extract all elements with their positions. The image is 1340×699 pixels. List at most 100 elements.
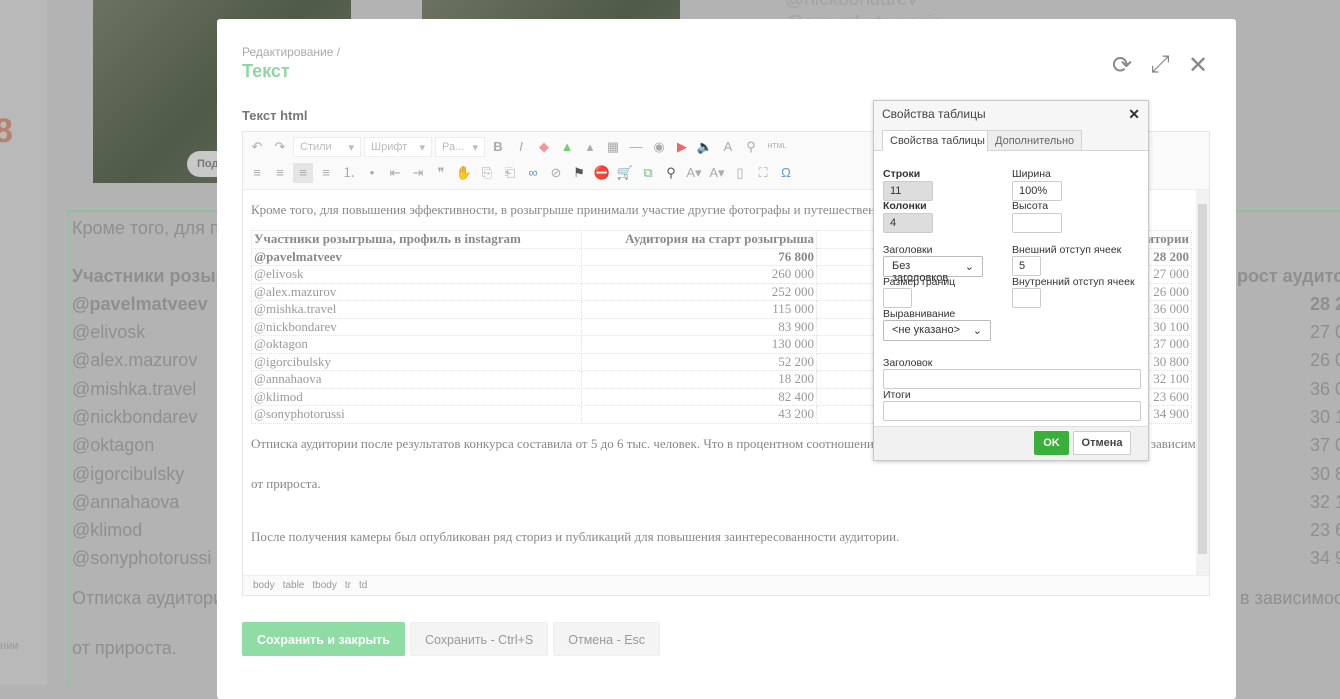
table-cell[interactable]: @annahaova <box>251 370 582 389</box>
alignment-select[interactable]: <не указано> ⌄ <box>883 320 991 341</box>
indent-icon[interactable]: ⇥ <box>408 163 428 183</box>
save-button[interactable]: Сохранить - Ctrl+S <box>409 622 549 656</box>
path-item[interactable]: body <box>253 580 275 591</box>
spellcheck-icon[interactable]: A <box>718 137 738 157</box>
bulleted-list-icon[interactable]: • <box>362 163 382 183</box>
columns-field[interactable]: 4 <box>883 213 933 233</box>
table-cell[interactable]: 82 400 <box>581 387 817 406</box>
cart-icon[interactable]: 🛒 <box>615 163 635 183</box>
align-right-icon[interactable]: ≡ <box>293 163 313 183</box>
blockquote-icon[interactable]: ❞ <box>431 163 451 183</box>
table-cell[interactable]: 130 000 <box>581 335 817 354</box>
fullscreen-icon[interactable]: ⤢ <box>1148 51 1172 80</box>
background-text: 34 900 <box>1310 548 1340 568</box>
path-item[interactable]: tbody <box>312 580 336 591</box>
summary-field[interactable] <box>883 401 1141 421</box>
table-cell[interactable]: Аудитория на старт розыгрыша <box>581 230 817 249</box>
hand-icon[interactable]: ✋ <box>454 163 474 183</box>
border-size-field[interactable] <box>883 288 912 308</box>
show-blocks-icon[interactable]: ▯ <box>730 163 750 183</box>
bold-icon[interactable]: B <box>488 137 508 157</box>
table-cell[interactable]: @nickbondarev <box>251 317 582 336</box>
map-pin-icon[interactable]: ⚲ <box>661 163 681 183</box>
table-icon[interactable]: ▦ <box>603 137 623 157</box>
table-cell[interactable]: 76 800 <box>581 247 817 266</box>
table-cell[interactable]: 43 200 <box>581 405 817 424</box>
background-text: в зависимост <box>1240 588 1340 608</box>
special-char-icon[interactable]: Ω <box>776 163 796 183</box>
table-cell[interactable]: @klimod <box>251 387 582 406</box>
numbered-list-icon[interactable]: ⒈ <box>339 163 359 183</box>
html-source-button[interactable]: HTML <box>764 137 790 157</box>
outdent-icon[interactable]: ⇤ <box>385 163 405 183</box>
play-icon[interactable]: ◉ <box>649 137 669 157</box>
copy-icon[interactable]: ⧉ <box>638 163 658 183</box>
audio-icon[interactable]: 🔈 <box>695 137 715 157</box>
save-close-button[interactable]: Сохранить и закрыть <box>242 622 405 656</box>
width-field[interactable]: 100% <box>1012 181 1062 201</box>
close-icon[interactable]: ✕ <box>1128 106 1140 123</box>
background-text: @oktagon <box>72 435 155 455</box>
table-cell[interactable]: Участники розыгрыша, профиль в instagram <box>251 230 582 249</box>
styles-dropdown[interactable]: Стили ▾ <box>293 137 361 157</box>
paste-icon[interactable]: ⎘ <box>477 163 497 183</box>
background-color-icon[interactable]: A▾ <box>707 163 727 183</box>
size-dropdown[interactable]: Ра... ▾ <box>435 137 485 157</box>
path-item[interactable]: td <box>359 580 367 591</box>
horizontal-line-icon[interactable]: — <box>626 137 646 157</box>
text-color-icon[interactable]: A▾ <box>684 163 704 183</box>
table-cell[interactable]: 260 000 <box>581 265 817 284</box>
dialog-cancel-button[interactable]: Отмена <box>1073 431 1131 455</box>
paste-text-icon[interactable]: ⎗ <box>500 163 520 183</box>
close-icon[interactable]: ✕ <box>1186 51 1210 80</box>
background-number: 8 <box>0 112 13 150</box>
image-icon[interactable]: ▲ <box>557 137 577 157</box>
headers-select[interactable]: Без заголовков ⌄ <box>883 256 983 284</box>
cancel-button[interactable]: Отмена - Esc <box>553 622 661 656</box>
flag-icon[interactable]: ⚑ <box>569 163 589 183</box>
align-center-icon[interactable]: ≡ <box>270 163 290 183</box>
table-cell[interactable]: 115 000 <box>581 300 817 319</box>
tab-advanced[interactable]: Дополнительно <box>987 130 1083 151</box>
align-left-icon[interactable]: ≡ <box>247 163 267 183</box>
rows-field[interactable]: 11 <box>883 181 933 201</box>
table-cell[interactable]: 52 200 <box>581 352 817 371</box>
path-item[interactable]: tr <box>345 580 351 591</box>
table-cell[interactable]: @pavelmatveev <box>251 247 582 266</box>
cell-spacing-field[interactable]: 5 <box>1012 256 1041 276</box>
maximize-icon[interactable]: ⛶ <box>753 163 773 183</box>
unlink-icon[interactable]: ⊘ <box>546 163 566 183</box>
caption-field[interactable] <box>883 369 1141 389</box>
path-item[interactable]: table <box>283 580 305 591</box>
dialog-title[interactable]: Свойства таблицы <box>874 101 1148 127</box>
undo-icon[interactable]: ↶ <box>247 137 267 157</box>
cell-padding-field[interactable] <box>1012 288 1041 308</box>
align-justify-icon[interactable]: ≡ <box>316 163 336 183</box>
table-cell[interactable]: 83 900 <box>581 317 817 336</box>
font-dropdown[interactable]: Шрифт ▾ <box>364 137 432 157</box>
table-cell[interactable]: @alex.mazurov <box>251 282 582 301</box>
table-cell[interactable]: @oktagon <box>251 335 582 354</box>
table-cell[interactable]: @elivosk <box>251 265 582 284</box>
refresh-icon[interactable]: ⟳ <box>1110 51 1134 80</box>
eraser-icon[interactable]: ◆ <box>534 137 554 157</box>
height-field[interactable] <box>1012 213 1062 233</box>
ok-button[interactable]: OK <box>1034 431 1069 455</box>
italic-icon[interactable]: I <box>511 137 531 157</box>
stop-icon[interactable]: ⛔ <box>592 163 612 183</box>
redo-icon[interactable]: ↷ <box>270 137 290 157</box>
table-cell[interactable]: @mishka.travel <box>251 300 582 319</box>
image-text-icon[interactable]: ▴ <box>580 137 600 157</box>
tab-table-properties[interactable]: Свойства таблицы <box>882 130 993 151</box>
table-cell[interactable]: 18 200 <box>581 370 817 389</box>
find-icon[interactable]: ⚲ <box>741 137 761 157</box>
link-icon[interactable]: ∞ <box>523 163 543 183</box>
youtube-icon[interactable]: ▶ <box>672 137 692 157</box>
table-cell[interactable]: 252 000 <box>581 282 817 301</box>
editor-scrollbar[interactable] <box>1196 190 1209 577</box>
cell-padding-label: Внутренний отступ ячеек <box>1012 276 1135 288</box>
table-cell[interactable]: @sonyphotorussi <box>251 405 582 424</box>
background-text: 32 100 <box>1310 492 1340 512</box>
table-cell[interactable]: @igorcibulsky <box>251 352 582 371</box>
breadcrumb[interactable]: Редактирование / <box>242 45 340 59</box>
